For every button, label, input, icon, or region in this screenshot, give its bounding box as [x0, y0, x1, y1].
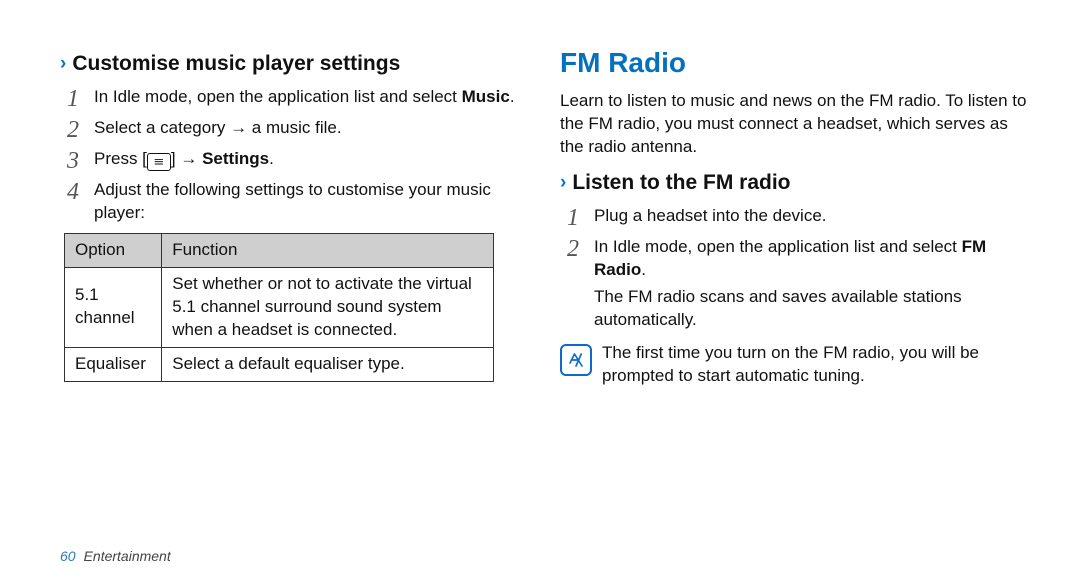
table-header-row: Option Function	[65, 234, 494, 268]
chevron-icon: ›	[560, 170, 566, 196]
left-column: › Customise music player settings 1 In I…	[60, 44, 530, 556]
step-post: .	[641, 260, 646, 279]
step-sub-para: The FM radio scans and saves available s…	[594, 286, 1030, 332]
step-text: Select a category → a music file.	[94, 118, 342, 137]
note-icon	[560, 344, 592, 376]
right-column: FM Radio Learn to listen to music and ne…	[560, 44, 1030, 556]
table-row: Equaliser Select a default equaliser typ…	[65, 347, 494, 381]
step-4: 4 Adjust the following settings to custo…	[60, 179, 530, 225]
step-bold: Music	[462, 87, 510, 106]
step-2: 2 Select a category → a music file.	[60, 117, 530, 140]
step-bold: Settings	[202, 149, 269, 168]
table-row: 5.1 channel Set whether or not to activa…	[65, 267, 494, 347]
fm-intro: Learn to listen to music and news on the…	[560, 90, 1030, 159]
step-text: Adjust the following settings to customi…	[94, 180, 491, 222]
td-function: Set whether or not to activate the virtu…	[162, 267, 494, 347]
step-text: In Idle mode, open the application list …	[594, 237, 962, 256]
note-block: The first time you turn on the FM radio,…	[560, 342, 1030, 388]
subheading-customise: › Customise music player settings	[60, 50, 530, 78]
step-post: .	[510, 87, 515, 106]
step-1: 1 Plug a headset into the device.	[560, 205, 1030, 228]
step-3: 3 Press [] → Settings.	[60, 148, 530, 171]
step-text: Press [	[94, 149, 147, 168]
step-number: 3	[60, 145, 86, 177]
step-number: 4	[60, 176, 86, 208]
step-1: 1 In Idle mode, open the application lis…	[60, 86, 530, 109]
th-option: Option	[65, 234, 162, 268]
note-text: The first time you turn on the FM radio,…	[602, 342, 1030, 388]
step-number: 2	[560, 233, 586, 265]
subheading-text: Listen to the FM radio	[572, 169, 790, 197]
step-2: 2 In Idle mode, open the application lis…	[560, 236, 1030, 332]
subheading-text: Customise music player settings	[72, 50, 400, 78]
step-text: In Idle mode, open the application list …	[94, 87, 462, 106]
footer-section: Entertainment	[84, 547, 171, 566]
th-function: Function	[162, 234, 494, 268]
td-option: 5.1 channel	[65, 267, 162, 347]
page-footer: 60 Entertainment	[60, 547, 171, 566]
step-number: 1	[60, 83, 86, 115]
step-number: 1	[560, 202, 586, 234]
chevron-icon: ›	[60, 51, 66, 77]
td-option: Equaliser	[65, 347, 162, 381]
step-number: 2	[60, 114, 86, 146]
menu-icon	[147, 153, 171, 171]
step-text: Plug a headset into the device.	[594, 206, 827, 225]
step-mid: ] →	[171, 149, 202, 168]
options-table: Option Function 5.1 channel Set whether …	[64, 233, 494, 382]
right-steps: 1 Plug a headset into the device. 2 In I…	[560, 205, 1030, 332]
manual-page: › Customise music player settings 1 In I…	[0, 0, 1080, 586]
section-title-fm: FM Radio	[560, 44, 1030, 82]
td-function: Select a default equaliser type.	[162, 347, 494, 381]
page-number: 60	[60, 547, 76, 566]
step-post: .	[269, 149, 274, 168]
subheading-listen: › Listen to the FM radio	[560, 169, 1030, 197]
left-steps: 1 In Idle mode, open the application lis…	[60, 86, 530, 225]
